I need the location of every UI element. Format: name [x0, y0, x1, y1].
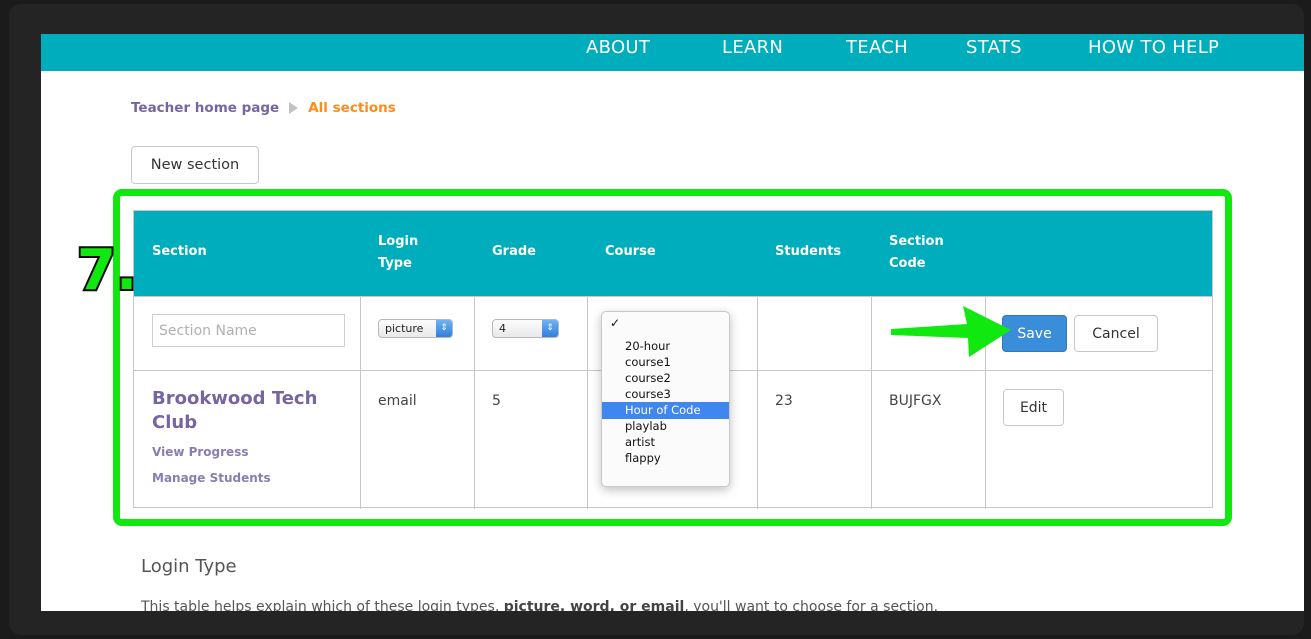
annotation-arrow-icon: [891, 306, 1011, 357]
top-navigation: ABOUT LEARN TEACH STATS HOW TO HELP: [41, 34, 1304, 71]
annotation-highlight-box: [113, 189, 1232, 526]
login-desc-text: This table helps explain which of these …: [141, 599, 504, 611]
new-section-button[interactable]: New section: [131, 146, 259, 184]
screenshot-frame: ABOUT LEARN TEACH STATS HOW TO HELP Teac…: [9, 4, 1304, 635]
login-type-description: This table helps explain which of these …: [141, 599, 938, 611]
annotation-step-number: 7.: [75, 238, 139, 303]
breadcrumb-teacher-home[interactable]: Teacher home page: [131, 100, 279, 116]
breadcrumb: Teacher home page All sections: [131, 100, 396, 116]
breadcrumb-arrow-icon: [289, 102, 299, 114]
login-desc-text-end: , you'll want to choose for a section.: [684, 599, 939, 611]
nav-learn[interactable]: LEARN: [722, 37, 783, 58]
breadcrumb-all-sections: All sections: [308, 100, 396, 116]
nav-teach[interactable]: TEACH: [846, 37, 908, 58]
login-type-heading: Login Type: [141, 556, 237, 577]
nav-how-to-help[interactable]: HOW TO HELP: [1088, 37, 1219, 58]
nav-stats[interactable]: STATS: [966, 37, 1022, 58]
nav-about[interactable]: ABOUT: [586, 37, 650, 58]
login-desc-bold: picture, word, or email: [503, 599, 685, 611]
